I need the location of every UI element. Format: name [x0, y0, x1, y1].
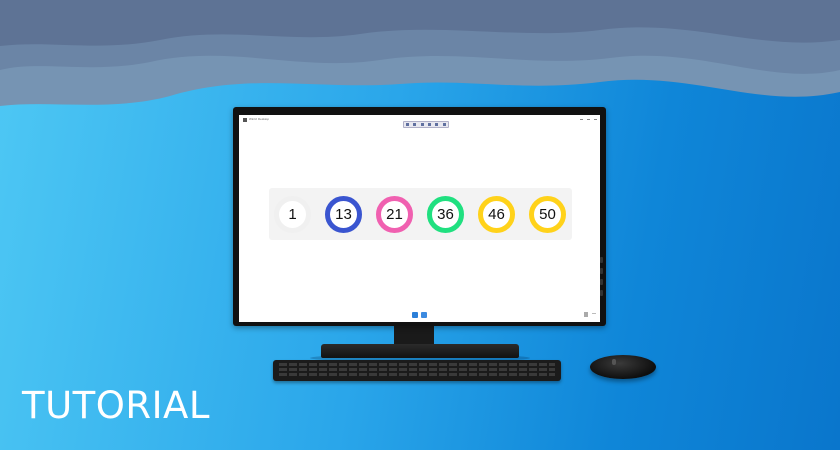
- lottery-ball: 36: [427, 195, 464, 233]
- taskbar-app-icon[interactable]: [421, 312, 427, 318]
- keyboard: [273, 360, 561, 381]
- lottery-ball: 1: [274, 195, 311, 233]
- toolbar-icon[interactable]: [406, 123, 410, 126]
- toolbar-icon[interactable]: [442, 123, 446, 126]
- lottery-ball: 46: [478, 195, 515, 233]
- monitor-neck: [394, 326, 434, 346]
- mouse: [590, 355, 656, 379]
- tray-icon[interactable]: [584, 312, 588, 317]
- taskbar: [239, 310, 600, 322]
- lottery-ball: 50: [529, 195, 566, 233]
- tutorial-label: TUTORIAL: [22, 384, 210, 427]
- app-icon: [243, 118, 247, 122]
- lottery-ball: 13: [325, 195, 362, 233]
- mouse-wheel: [612, 359, 616, 365]
- toolbar-icon[interactable]: [428, 123, 432, 126]
- window-title: WinUI Desktop: [249, 117, 270, 121]
- title-bar: WinUI Desktop: [239, 115, 600, 128]
- toolbar-icon[interactable]: [413, 123, 417, 126]
- tray-icon[interactable]: [592, 313, 596, 314]
- maximize-icon[interactable]: [587, 119, 590, 120]
- lottery-balls-panel: 1 13 21 36 46 50: [269, 188, 572, 240]
- debug-toolbar[interactable]: [403, 121, 449, 128]
- monitor: WinUI Desktop 1 13 21 36 46 50: [233, 107, 606, 326]
- app-window: WinUI Desktop 1 13 21 36 46 50: [239, 115, 600, 322]
- window-controls: [580, 117, 597, 120]
- toolbar-icon[interactable]: [420, 123, 424, 126]
- monitor-stand: [321, 344, 519, 358]
- close-icon[interactable]: [594, 119, 597, 120]
- windows-start-icon[interactable]: [412, 312, 418, 318]
- minimize-icon[interactable]: [580, 119, 583, 120]
- monitor-buttons: [600, 257, 604, 307]
- lottery-ball: 21: [376, 195, 413, 233]
- toolbar-icon[interactable]: [435, 123, 439, 126]
